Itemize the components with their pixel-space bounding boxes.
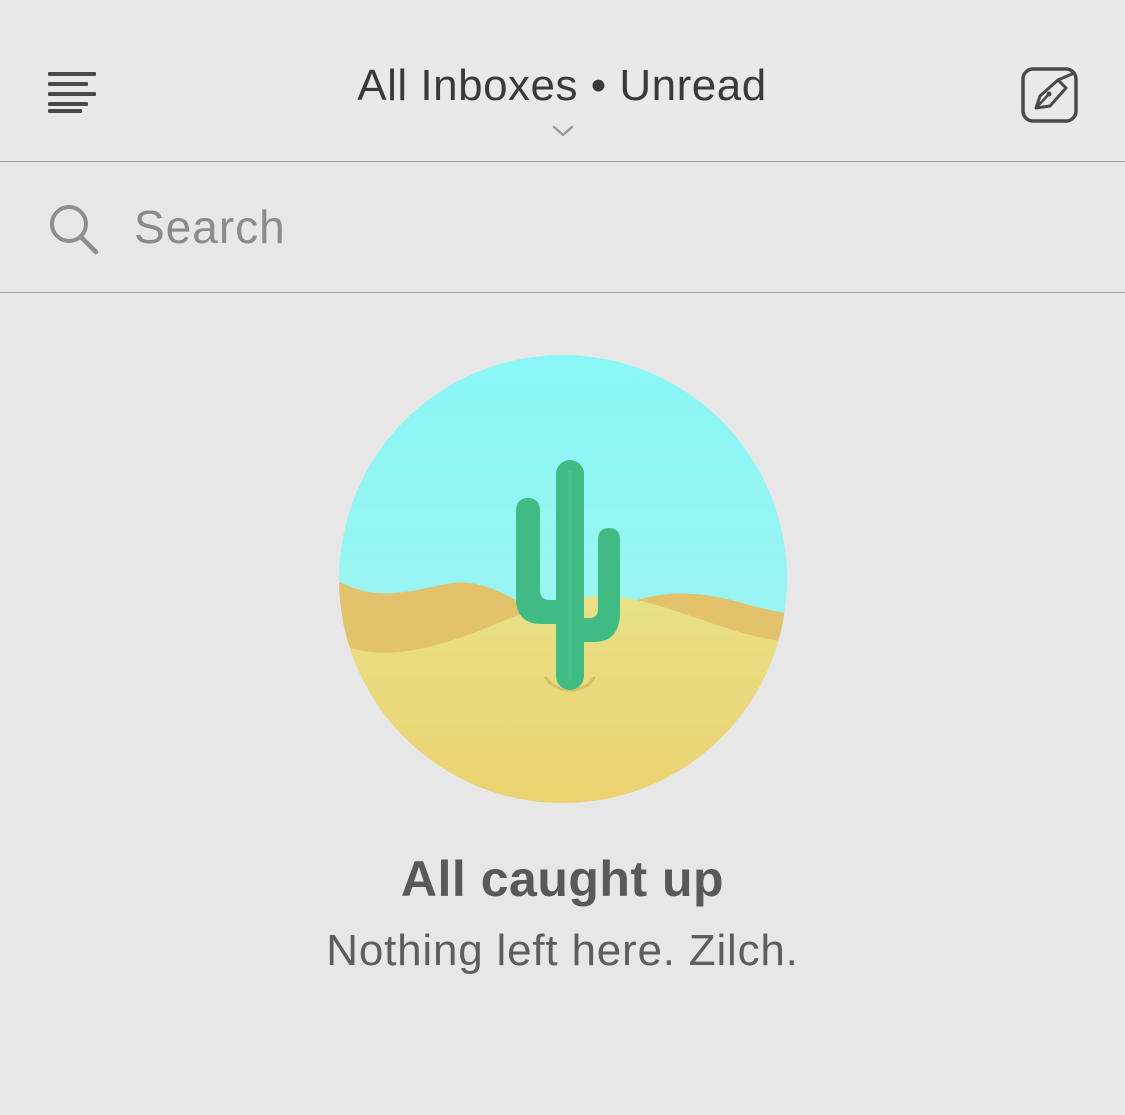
mailbox-selector[interactable]: All Inboxes • Unread (262, 58, 862, 137)
hamburger-menu-icon (48, 72, 96, 113)
compose-button[interactable] (1018, 64, 1082, 124)
page-title: All Inboxes • Unread (357, 61, 767, 110)
empty-state-subtitle: Nothing left here. Zilch. (326, 926, 799, 975)
top-bar: All Inboxes • Unread (0, 0, 1125, 162)
compose-pen-icon (1021, 67, 1078, 123)
menu-button[interactable] (40, 64, 104, 120)
desert-cactus-illustration (339, 355, 787, 803)
search-input[interactable] (120, 194, 1108, 260)
empty-state-title: All caught up (400, 851, 725, 907)
search-bar (0, 162, 1125, 293)
chevron-down-icon (552, 125, 574, 137)
search-icon (50, 205, 99, 255)
